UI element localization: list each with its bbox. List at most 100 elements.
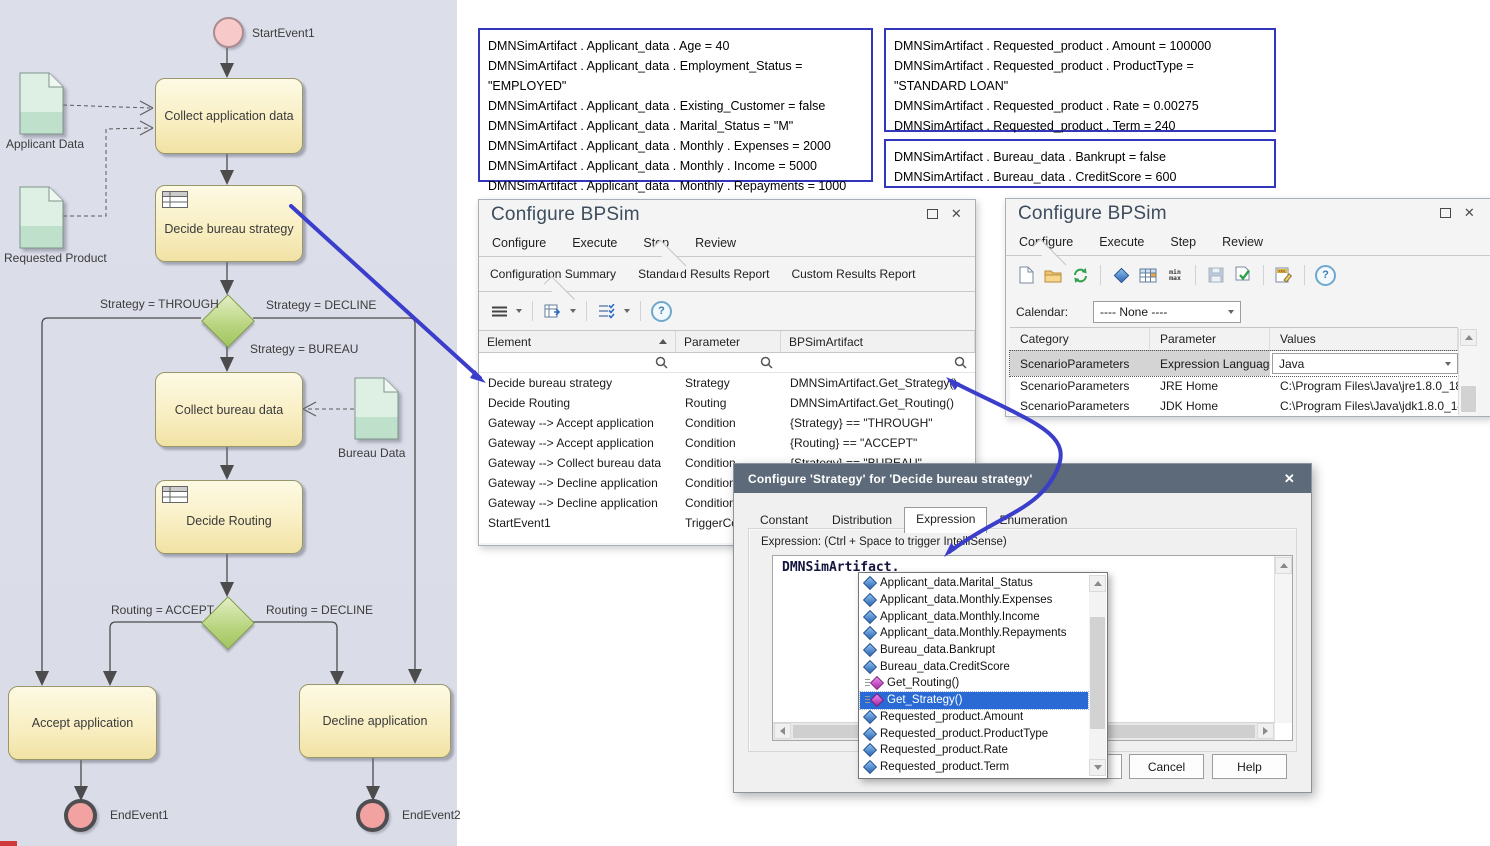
end-event1-node[interactable] bbox=[64, 799, 97, 832]
table-row[interactable]: Gateway --> Accept application Condition… bbox=[479, 433, 975, 453]
column-header-bpsimartifact[interactable]: BPSimArtifact bbox=[781, 331, 975, 352]
scrollbar-thumb[interactable] bbox=[1461, 386, 1476, 412]
list-item[interactable]: Bureau_data.Bankrupt bbox=[860, 642, 1088, 659]
filter-parameter-cell[interactable] bbox=[676, 353, 781, 372]
menu-dropdown-icon[interactable] bbox=[516, 309, 522, 313]
help-icon[interactable]: ? bbox=[651, 301, 672, 322]
applicant-data-values-box[interactable]: DMNSimArtifact . Applicant_data . Age = … bbox=[478, 28, 873, 182]
tab-execute[interactable]: Execute bbox=[559, 236, 630, 250]
filter-artifact-cell[interactable] bbox=[781, 353, 975, 372]
end-event2-node[interactable] bbox=[356, 799, 389, 832]
help-icon[interactable]: ? bbox=[1315, 265, 1336, 286]
subtab-custom-results[interactable]: Custom Results Report bbox=[780, 267, 926, 281]
parameter-table-icon[interactable] bbox=[1138, 266, 1158, 285]
bureau-data-document[interactable] bbox=[354, 377, 399, 440]
window-title-bar[interactable]: Configure BPSim ✕ bbox=[479, 200, 975, 230]
start-event-node[interactable] bbox=[213, 17, 244, 48]
editor-vertical-scrollbar[interactable] bbox=[1274, 556, 1292, 723]
task-decide-bureau-strategy[interactable]: Decide bureau strategy bbox=[155, 185, 303, 262]
requested-product-values-box[interactable]: DMNSimArtifact . Requested_product . Amo… bbox=[884, 28, 1276, 132]
tab-step[interactable]: Step bbox=[1157, 235, 1209, 249]
scrollbar-thumb[interactable] bbox=[1090, 617, 1105, 729]
maximize-icon[interactable] bbox=[1440, 208, 1451, 218]
export-dropdown-icon[interactable] bbox=[570, 309, 576, 313]
bureau-data-values-box[interactable]: DMNSimArtifact . Bureau_data . Bankrupt … bbox=[884, 139, 1276, 188]
task-collect-bureau-data[interactable]: Collect bureau data bbox=[155, 372, 303, 447]
list-item[interactable]: Requested_product.Term bbox=[860, 759, 1088, 776]
tab-configure[interactable]: Configure bbox=[479, 236, 559, 250]
validate-icon[interactable] bbox=[1233, 266, 1253, 285]
table-row[interactable]: Gateway --> Accept application Condition… bbox=[479, 413, 975, 433]
subtab-standard-results[interactable]: Standard Results Report bbox=[627, 267, 780, 281]
vertical-scrollbar[interactable] bbox=[1458, 328, 1479, 415]
column-header-parameter[interactable]: Parameter bbox=[1150, 328, 1270, 350]
column-header-category[interactable]: Category bbox=[1010, 328, 1150, 350]
calendar-select[interactable]: ---- None ---- bbox=[1093, 301, 1241, 323]
tab-distribution[interactable]: Distribution bbox=[820, 508, 904, 532]
column-header-values[interactable]: Values bbox=[1270, 328, 1458, 350]
close-icon[interactable]: ✕ bbox=[1464, 208, 1475, 218]
task-accept-application[interactable]: Accept application bbox=[8, 686, 157, 760]
edit-xml-icon[interactable]: XML bbox=[1274, 266, 1294, 285]
table-row-selected[interactable]: ScenarioParameters Expression Language J… bbox=[1010, 351, 1458, 376]
list-item[interactable]: Requested_product.Rate bbox=[860, 742, 1088, 759]
min-max-icon[interactable]: minmax bbox=[1165, 266, 1185, 285]
help-button[interactable]: Help bbox=[1212, 754, 1287, 779]
list-item[interactable]: Requested_product.ProductType bbox=[860, 725, 1088, 742]
maximize-icon[interactable] bbox=[927, 209, 938, 219]
tab-expression[interactable]: Expression bbox=[904, 507, 987, 533]
scroll-left-button[interactable] bbox=[774, 723, 791, 739]
filter-dropdown-icon[interactable] bbox=[624, 309, 630, 313]
requested-product-document[interactable] bbox=[19, 186, 64, 249]
property-icon bbox=[863, 743, 877, 757]
tab-enumeration[interactable]: Enumeration bbox=[987, 508, 1079, 532]
window-title-bar[interactable]: Configure BPSim ✕ bbox=[1006, 199, 1490, 229]
list-item[interactable]: Requested_product.Amount bbox=[860, 709, 1088, 726]
filter-element-cell[interactable] bbox=[479, 353, 676, 372]
export-summary-icon[interactable] bbox=[543, 302, 563, 321]
save-icon[interactable] bbox=[1206, 266, 1226, 285]
expression-language-select[interactable]: Java bbox=[1272, 353, 1458, 374]
table-row[interactable]: Decide Routing Routing DMNSimArtifact.Ge… bbox=[479, 393, 975, 413]
close-icon[interactable]: ✕ bbox=[1284, 471, 1295, 487]
column-header-element[interactable]: Element bbox=[479, 331, 676, 352]
cancel-button[interactable]: Cancel bbox=[1129, 754, 1204, 779]
table-row[interactable]: ScenarioParameters JDK Home C:\Program F… bbox=[1010, 396, 1458, 416]
filter-options-icon[interactable] bbox=[597, 302, 617, 321]
list-item[interactable]: Applicant_data.Monthly.Repayments bbox=[860, 625, 1088, 642]
scroll-up-button[interactable] bbox=[1275, 557, 1292, 574]
dialog-title-bar[interactable]: Configure 'Strategy' for 'Decide bureau … bbox=[734, 464, 1311, 493]
tab-review[interactable]: Review bbox=[1209, 235, 1276, 249]
cell-element: Decide bureau strategy bbox=[479, 376, 676, 390]
menu-icon[interactable] bbox=[489, 302, 509, 321]
table-row[interactable]: ScenarioParameters JRE Home C:\Program F… bbox=[1010, 376, 1458, 396]
tab-execute[interactable]: Execute bbox=[1086, 235, 1157, 249]
table-row[interactable]: Decide bureau strategy Strategy DMNSimAr… bbox=[479, 373, 975, 393]
task-decline-application[interactable]: Decline application bbox=[299, 684, 451, 758]
property-icon bbox=[863, 726, 877, 740]
applicant-data-document[interactable] bbox=[19, 72, 64, 135]
list-item-selected[interactable]: Get_Strategy() bbox=[860, 692, 1088, 709]
scroll-up-button[interactable] bbox=[1460, 329, 1477, 346]
cell-artifact: DMNSimArtifact.Get_Routing() bbox=[781, 396, 975, 410]
scroll-right-button[interactable] bbox=[1257, 723, 1274, 739]
task-collect-application-data[interactable]: Collect application data bbox=[155, 78, 303, 154]
list-item[interactable]: Applicant_data.Marital_Status bbox=[860, 575, 1088, 592]
scroll-down-button[interactable] bbox=[1089, 759, 1106, 776]
list-item[interactable]: Applicant_data.Monthly.Expenses bbox=[860, 592, 1088, 609]
close-icon[interactable]: ✕ bbox=[951, 209, 962, 219]
tab-constant[interactable]: Constant bbox=[748, 508, 820, 532]
artifact-diamond-icon[interactable] bbox=[1111, 266, 1131, 285]
list-item[interactable]: Get_Routing() bbox=[860, 675, 1088, 692]
cell-parameter: JDK Home bbox=[1150, 399, 1270, 413]
refresh-icon[interactable] bbox=[1070, 266, 1090, 285]
list-item[interactable]: Applicant_data.Monthly.Income bbox=[860, 608, 1088, 625]
tab-review[interactable]: Review bbox=[682, 236, 749, 250]
list-item[interactable]: Bureau_data.CreditScore bbox=[860, 658, 1088, 675]
popup-scrollbar[interactable] bbox=[1089, 575, 1106, 776]
new-configuration-icon[interactable] bbox=[1016, 266, 1036, 285]
task-decide-routing[interactable]: Decide Routing bbox=[155, 480, 303, 554]
scroll-up-button[interactable] bbox=[1089, 575, 1106, 592]
calendar-label: Calendar: bbox=[1016, 305, 1093, 319]
column-header-parameter[interactable]: Parameter bbox=[676, 331, 781, 352]
